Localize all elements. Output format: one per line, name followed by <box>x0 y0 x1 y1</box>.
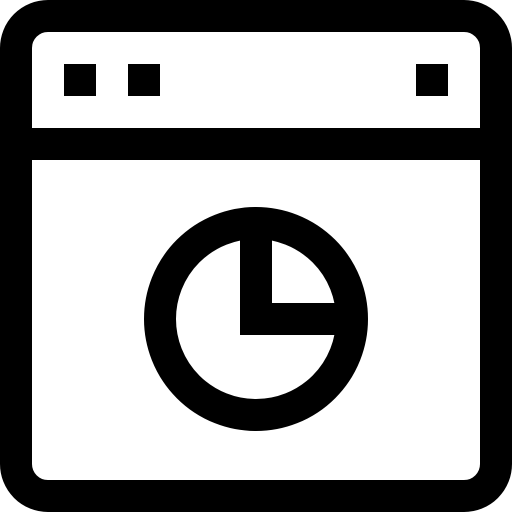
icon-canvas <box>0 0 512 512</box>
window-control-right-icon <box>416 64 448 96</box>
window-control-left-2-icon <box>128 64 160 96</box>
pie-chart-icon <box>144 207 368 431</box>
browser-window-pie-chart-icon <box>0 0 512 512</box>
window-control-left-1-icon <box>64 64 96 96</box>
